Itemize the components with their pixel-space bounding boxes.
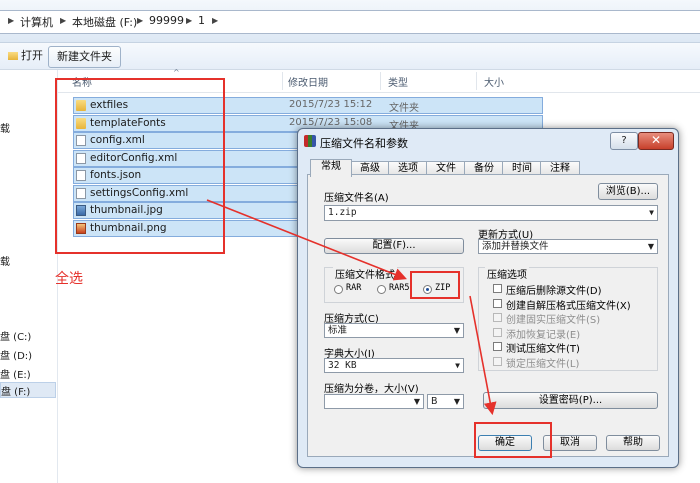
arrow-to-zip: [206, 199, 407, 281]
arrow-to-ok: [469, 295, 497, 416]
tab-general[interactable]: 常规: [310, 159, 352, 177]
annotation-arrows: [206, 199, 497, 416]
